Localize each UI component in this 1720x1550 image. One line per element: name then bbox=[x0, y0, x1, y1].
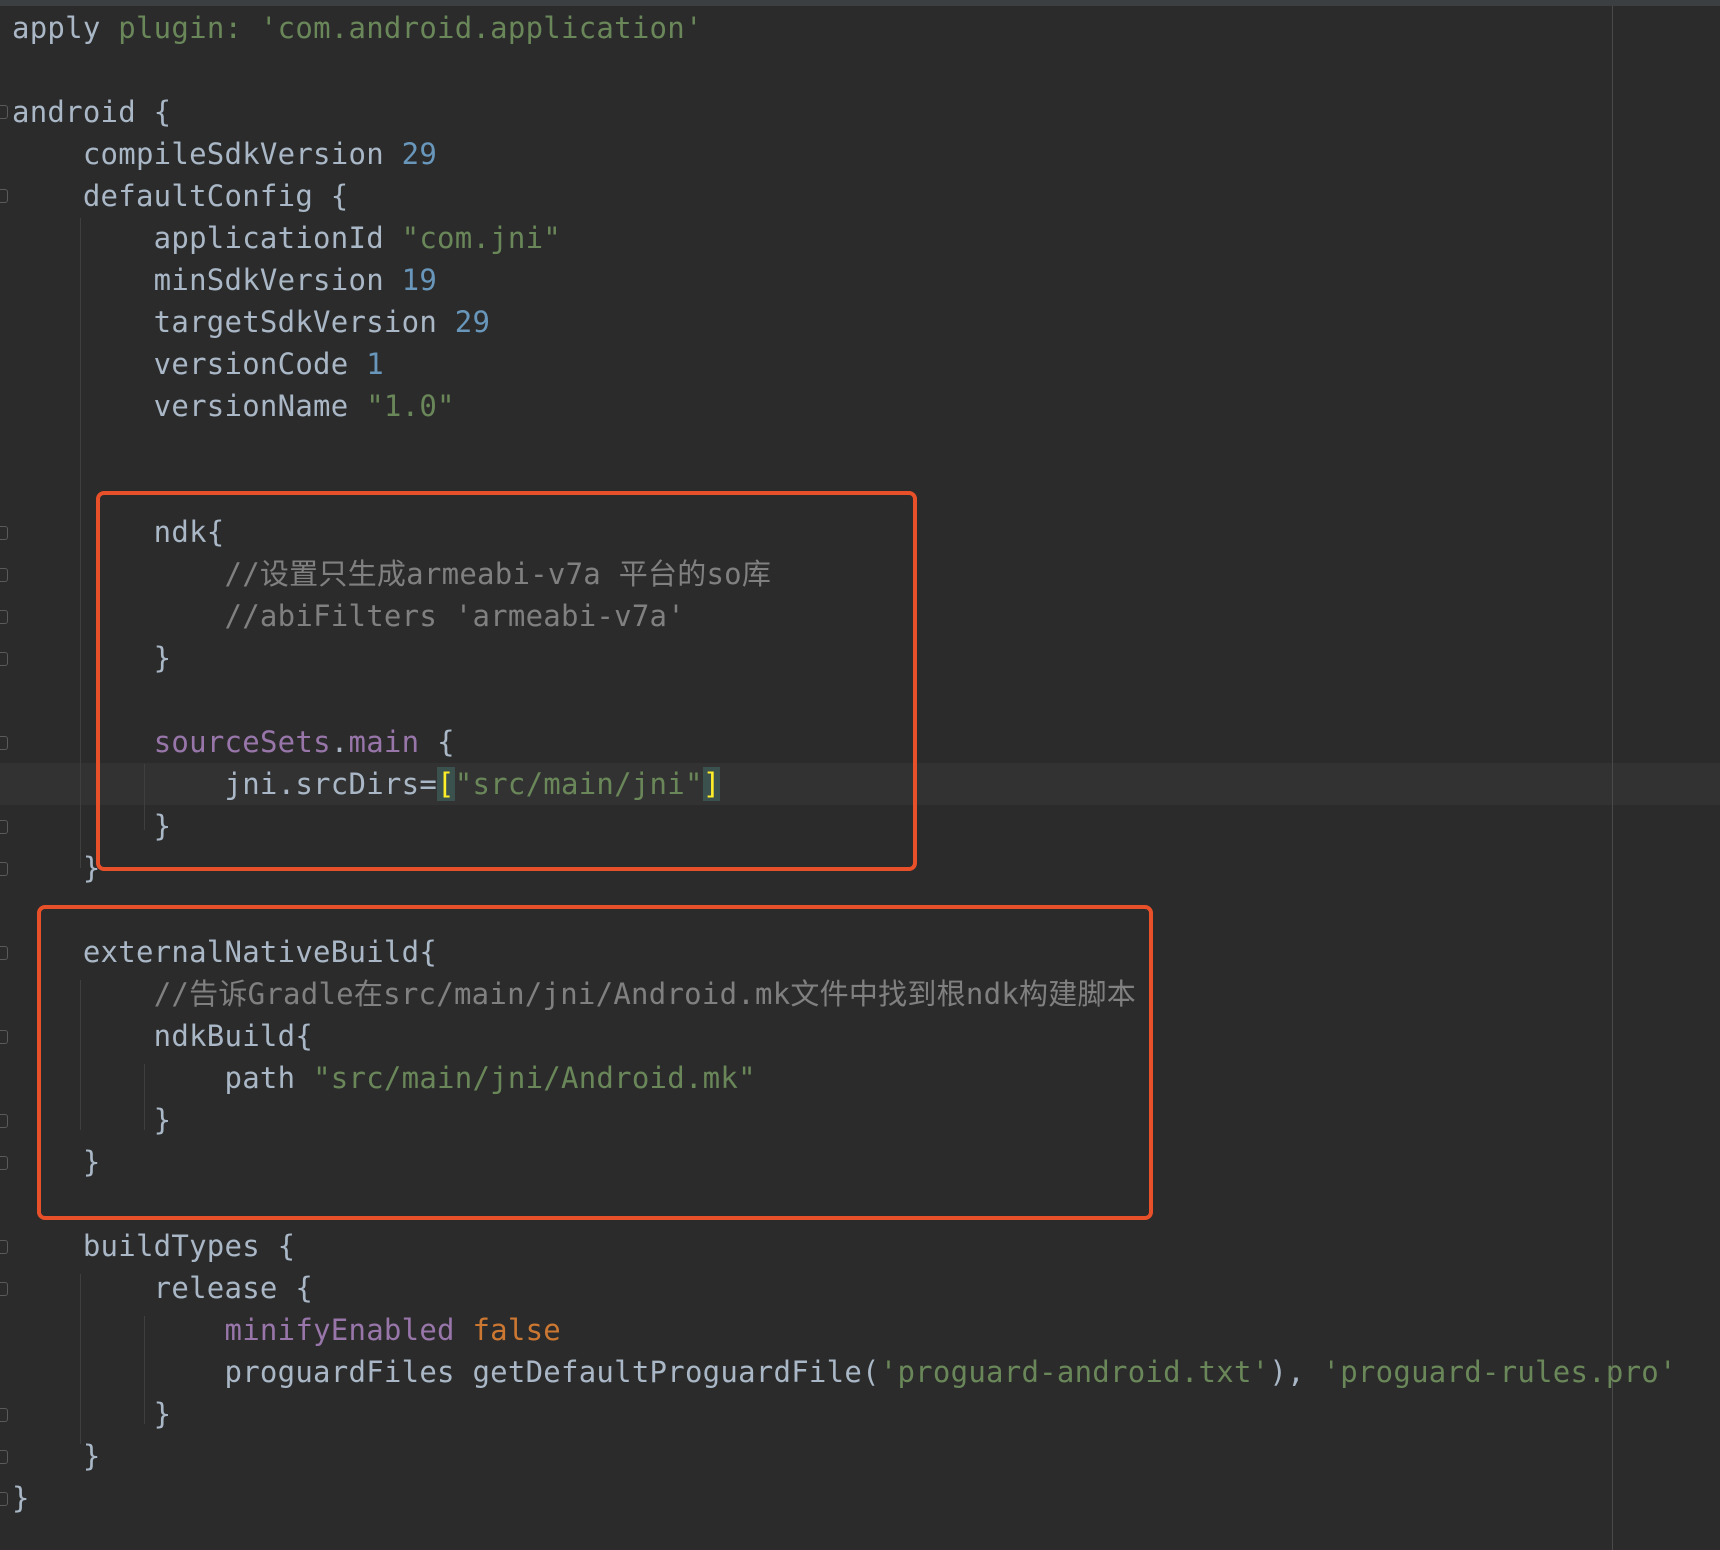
fold-marker-icon[interactable] bbox=[0, 105, 8, 119]
code-line-4: compileSdkVersion 29 bbox=[12, 133, 1677, 175]
code-token: } bbox=[12, 1481, 30, 1515]
code-token: 29 bbox=[454, 305, 491, 339]
code-token: ), bbox=[1269, 1355, 1323, 1389]
fold-marker-icon[interactable] bbox=[0, 610, 8, 624]
code-token: "com.jni" bbox=[401, 221, 561, 255]
fold-marker-icon[interactable] bbox=[0, 1492, 8, 1506]
code-token: targetSdkVersion bbox=[12, 305, 455, 339]
code-token: 1 bbox=[366, 347, 384, 381]
code-token: minSdkVersion bbox=[12, 263, 402, 297]
fold-marker-icon[interactable] bbox=[0, 820, 8, 834]
code-token: plugin: bbox=[118, 11, 243, 45]
code-token: "1.0" bbox=[366, 389, 455, 423]
code-line-31: release { bbox=[12, 1267, 1677, 1309]
fold-marker-icon[interactable] bbox=[0, 1030, 8, 1044]
code-token: } bbox=[12, 1439, 101, 1473]
code-line-1: apply plugin: 'com.android.application' bbox=[12, 7, 1677, 49]
code-line-32: minifyEnabled false bbox=[12, 1309, 1677, 1351]
code-token: buildTypes { bbox=[12, 1229, 296, 1263]
code-token: } bbox=[12, 851, 101, 885]
annotation-box-external-native-build bbox=[37, 905, 1153, 1220]
code-token: release { bbox=[12, 1271, 314, 1305]
fold-marker-icon[interactable] bbox=[0, 1156, 8, 1170]
fold-marker-icon[interactable] bbox=[0, 862, 8, 876]
fold-gutter bbox=[0, 6, 10, 1550]
code-token: 19 bbox=[401, 263, 438, 297]
code-token: applicationId bbox=[12, 221, 402, 255]
fold-marker-icon[interactable] bbox=[0, 1282, 8, 1296]
code-token: 'proguard-android.txt' bbox=[879, 1355, 1270, 1389]
code-line-6: applicationId "com.jni" bbox=[12, 217, 1677, 259]
code-token: versionCode bbox=[12, 347, 367, 381]
fold-marker-icon[interactable] bbox=[0, 946, 8, 960]
code-line-34: } bbox=[12, 1393, 1677, 1435]
code-line-33: proguardFiles getDefaultProguardFile('pr… bbox=[12, 1351, 1677, 1393]
code-line-10: versionName "1.0" bbox=[12, 385, 1677, 427]
code-line-5: defaultConfig { bbox=[12, 175, 1677, 217]
code-token: android { bbox=[12, 95, 172, 129]
fold-marker-icon[interactable] bbox=[0, 526, 8, 540]
code-token: } bbox=[12, 1397, 172, 1431]
code-token: versionName bbox=[12, 389, 367, 423]
code-token: minifyEnabled bbox=[224, 1313, 455, 1347]
code-line-7: minSdkVersion 19 bbox=[12, 259, 1677, 301]
code-token: apply bbox=[12, 11, 119, 45]
fold-marker-icon[interactable] bbox=[0, 1408, 8, 1422]
code-line-30: buildTypes { bbox=[12, 1225, 1677, 1267]
code-line-9: versionCode 1 bbox=[12, 343, 1677, 385]
fold-marker-icon[interactable] bbox=[0, 652, 8, 666]
editor-top-border bbox=[0, 0, 1720, 6]
code-line-35: } bbox=[12, 1435, 1677, 1477]
fold-marker-icon[interactable] bbox=[0, 1114, 8, 1128]
code-token: false bbox=[472, 1313, 562, 1347]
code-editor[interactable]: apply plugin: 'com.android.application' … bbox=[0, 0, 1720, 1550]
code-token: 'com.android.application' bbox=[259, 11, 703, 45]
code-token: proguardFiles getDefaultProguardFile( bbox=[12, 1355, 880, 1389]
fold-marker-icon[interactable] bbox=[0, 736, 8, 750]
fold-marker-icon[interactable] bbox=[0, 1450, 8, 1464]
fold-marker-icon[interactable] bbox=[0, 1240, 8, 1254]
fold-marker-icon[interactable] bbox=[0, 568, 8, 582]
code-line-3: android { bbox=[12, 91, 1677, 133]
code-token: 'proguard-rules.pro' bbox=[1322, 1355, 1677, 1389]
code-line-36: } bbox=[12, 1477, 1677, 1519]
code-line-8: targetSdkVersion 29 bbox=[12, 301, 1677, 343]
code-token: compileSdkVersion bbox=[12, 137, 402, 171]
code-token: 29 bbox=[401, 137, 438, 171]
fold-marker-icon[interactable] bbox=[0, 189, 8, 203]
annotation-box-ndk-sourcesets bbox=[96, 491, 917, 871]
code-token: defaultConfig { bbox=[12, 179, 349, 213]
